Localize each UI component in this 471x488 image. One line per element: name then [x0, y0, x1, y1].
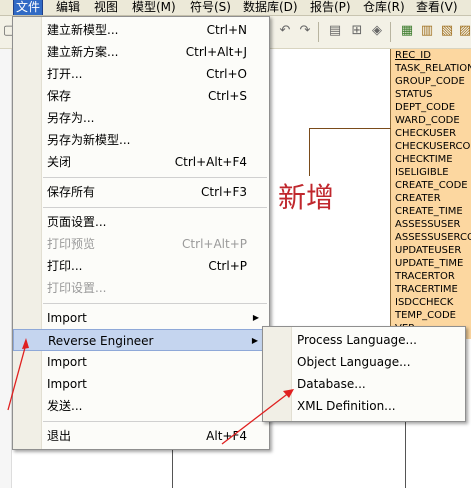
arrow-line	[7, 343, 27, 411]
annotation-arrows	[7, 338, 294, 445]
arrow-line	[221, 391, 291, 445]
arrow-head-icon	[22, 338, 29, 349]
